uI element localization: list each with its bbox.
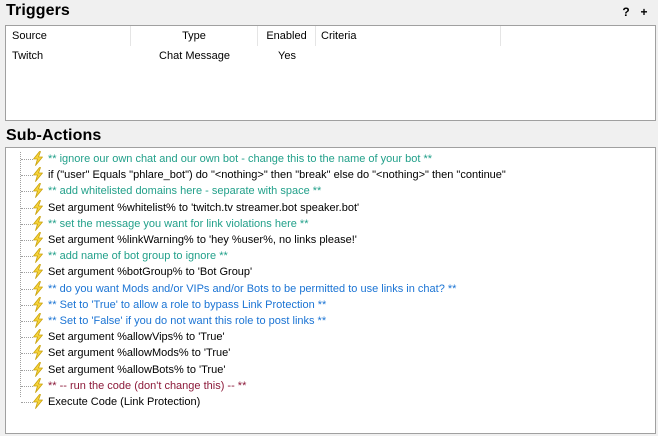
subaction-label: ** add name of bot group to ignore ** xyxy=(48,250,228,263)
lightning-bolt-icon xyxy=(31,215,45,231)
subaction-label: Set argument %allowVips% to 'True' xyxy=(48,331,225,344)
lightning-bolt-icon xyxy=(31,280,45,296)
lightning-bolt-icon xyxy=(31,313,45,328)
triggers-help-button[interactable]: ? xyxy=(620,5,632,19)
list-item[interactable]: Execute Code (Link Protection) xyxy=(6,394,655,410)
subaction-label: ** Set to 'False' if you do not want thi… xyxy=(48,315,327,327)
list-item[interactable]: Set argument %whitelist% to 'twitch.tv s… xyxy=(6,199,655,216)
triggers-list[interactable]: Source Type Enabled Criteria Twitch Chat… xyxy=(5,25,656,121)
subaction-label: ** -- run the code (don't change this) -… xyxy=(48,379,247,392)
list-item[interactable]: ** ignore our own chat and our own bot -… xyxy=(6,151,655,167)
list-item[interactable]: if ("user" Equals "phlare_bot") do "<not… xyxy=(6,167,655,183)
subaction-label: Set argument %botGroup% to 'Bot Group' xyxy=(48,266,253,279)
trigger-enabled-cell: Yes xyxy=(278,50,296,62)
subaction-label: ** do you want Mods and/or VIPs and/or B… xyxy=(48,282,457,295)
column-header-enabled[interactable]: Enabled xyxy=(258,26,316,46)
subaction-label: Set argument %whitelist% to 'twitch.tv s… xyxy=(48,201,360,214)
trigger-source-cell: Twitch xyxy=(12,50,44,62)
subaction-label: ** set the message you want for link vio… xyxy=(48,217,309,230)
lightning-bolt-icon xyxy=(31,151,45,166)
list-item[interactable]: ** Set to 'True' to allow a role to bypa… xyxy=(6,296,655,313)
lightning-bolt-icon xyxy=(31,361,45,377)
lightning-bolt-icon xyxy=(31,394,45,409)
subaction-label: ** Set to 'True' to allow a role to bypa… xyxy=(48,298,327,311)
list-item[interactable]: ** Set to 'False' if you do not want thi… xyxy=(6,313,655,329)
lightning-bolt-icon xyxy=(31,232,45,247)
lightning-bolt-icon xyxy=(31,264,45,280)
list-item[interactable]: Set argument %allowMods% to 'True' xyxy=(6,345,655,361)
subactions-list[interactable]: ** ignore our own chat and our own bot -… xyxy=(5,147,656,434)
list-item[interactable]: ** set the message you want for link vio… xyxy=(6,215,655,232)
column-header-source[interactable]: Source xyxy=(6,26,131,46)
column-header-type[interactable]: Type xyxy=(131,26,258,46)
column-header-label: Source xyxy=(12,30,47,42)
subaction-label: if ("user" Equals "phlare_bot") do "<not… xyxy=(48,169,506,182)
subactions-title: Sub-Actions xyxy=(6,127,102,144)
trigger-type-cell: Chat Message xyxy=(159,50,230,62)
triggers-header: Triggers ? + xyxy=(0,2,658,22)
subaction-label: Execute Code (Link Protection) xyxy=(48,396,201,408)
lightning-bolt-icon xyxy=(31,345,45,361)
lightning-bolt-icon xyxy=(31,183,45,199)
column-header-label: Criteria xyxy=(321,30,357,42)
list-item[interactable]: ** add name of bot group to ignore ** xyxy=(6,248,655,264)
subaction-label: ** add whitelisted domains here - separa… xyxy=(48,185,322,198)
subactions-header: Sub-Actions xyxy=(0,127,658,147)
list-item[interactable]: ** -- run the code (don't change this) -… xyxy=(6,377,655,394)
list-item[interactable]: Set argument %allowVips% to 'True' xyxy=(6,329,655,345)
column-header-criteria[interactable]: Criteria xyxy=(316,26,501,46)
list-item[interactable]: Set argument %linkWarning% to 'hey %user… xyxy=(6,232,655,248)
subaction-label: Set argument %linkWarning% to 'hey %user… xyxy=(48,234,357,246)
subaction-label: Set argument %allowMods% to 'True' xyxy=(48,347,231,360)
triggers-add-button[interactable]: + xyxy=(638,5,650,19)
table-row[interactable]: Twitch Chat Message Yes xyxy=(6,47,655,65)
lightning-bolt-icon xyxy=(31,377,45,393)
column-header-label: Type xyxy=(182,30,206,42)
lightning-bolt-icon xyxy=(31,329,45,345)
subaction-label: ** ignore our own chat and our own bot -… xyxy=(48,153,433,165)
list-item[interactable]: Set argument %botGroup% to 'Bot Group' xyxy=(6,264,655,280)
triggers-title: Triggers xyxy=(6,2,70,19)
list-item[interactable]: ** add whitelisted domains here - separa… xyxy=(6,183,655,199)
lightning-bolt-icon xyxy=(31,167,45,183)
list-item[interactable]: ** do you want Mods and/or VIPs and/or B… xyxy=(6,280,655,297)
list-item[interactable]: Set argument %allowBots% to 'True' xyxy=(6,361,655,378)
column-header-label: Enabled xyxy=(266,30,307,42)
subaction-label: Set argument %allowBots% to 'True' xyxy=(48,363,226,376)
lightning-bolt-icon xyxy=(31,199,45,215)
lightning-bolt-icon xyxy=(31,296,45,312)
lightning-bolt-icon xyxy=(31,248,45,264)
